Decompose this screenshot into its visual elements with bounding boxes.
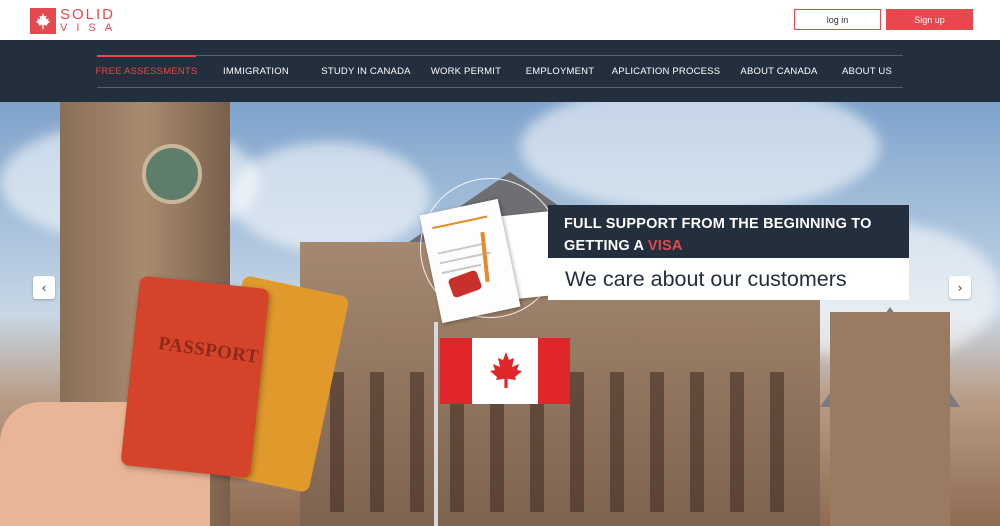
- passport-front-image: [120, 275, 270, 479]
- nav-item-work-permit[interactable]: WORK PERMIT: [428, 56, 504, 87]
- nav-item-about-us[interactable]: ABOUT US: [836, 56, 898, 87]
- chevron-left-icon: ‹: [41, 280, 47, 295]
- nav-divider-bottom: [97, 87, 903, 88]
- logo-text: SOLID VISA: [60, 7, 121, 34]
- slider-prev-button[interactable]: ‹: [33, 276, 55, 299]
- nav-item-free-assessments[interactable]: FREE ASSESSMENTS: [96, 56, 198, 87]
- flag-pole: [434, 322, 438, 526]
- nav-item-about-canada[interactable]: ABOUT CANADA: [736, 56, 822, 87]
- logo-word-solid: SOLID: [60, 6, 116, 23]
- top-bar: SOLID VISA log in Sign up: [0, 0, 1000, 40]
- main-nav: FREE ASSESSMENTS IMMIGRATION STUDY IN CA…: [0, 40, 1000, 102]
- hero-headline-accent: VISA: [647, 238, 683, 254]
- nav-item-study-in-canada[interactable]: STUDY IN CANADA: [318, 56, 414, 87]
- hero-slider: PASSPORT FULL SUPPORT FROM THE BEGINNING…: [0, 102, 1000, 526]
- canada-flag: [440, 338, 570, 404]
- chevron-right-icon: ›: [957, 280, 963, 295]
- hero-headline-text: GETTING A: [564, 238, 648, 254]
- nav-item-application-process[interactable]: APLICATION PROCESS: [612, 56, 720, 87]
- nav-item-employment[interactable]: EMPLOYMENT: [522, 56, 598, 87]
- signup-button[interactable]: Sign up: [886, 9, 973, 30]
- clock-face: [142, 144, 202, 204]
- hero-headline-line2: GETTING A VISA: [564, 235, 909, 257]
- hero-headline-box: FULL SUPPORT FROM THE BEGINNING TO GETTI…: [548, 205, 909, 258]
- flag-maple-leaf-icon: [490, 352, 522, 388]
- nav-item-immigration[interactable]: IMMIGRATION: [214, 56, 298, 87]
- cloud: [520, 102, 880, 212]
- slider-next-button[interactable]: ›: [949, 276, 971, 299]
- hero-subheadline: We care about our customers: [565, 266, 847, 291]
- login-button[interactable]: log in: [794, 9, 881, 30]
- hero-headline-line1: FULL SUPPORT FROM THE BEGINNING TO: [564, 216, 872, 232]
- right-tower: [830, 312, 950, 526]
- logo[interactable]: SOLID VISA: [30, 7, 121, 34]
- hero-subheadline-box: We care about our customers: [548, 258, 909, 300]
- maple-leaf-icon: [30, 7, 56, 34]
- cloud: [230, 142, 430, 252]
- logo-word-visa: VISA: [60, 22, 122, 34]
